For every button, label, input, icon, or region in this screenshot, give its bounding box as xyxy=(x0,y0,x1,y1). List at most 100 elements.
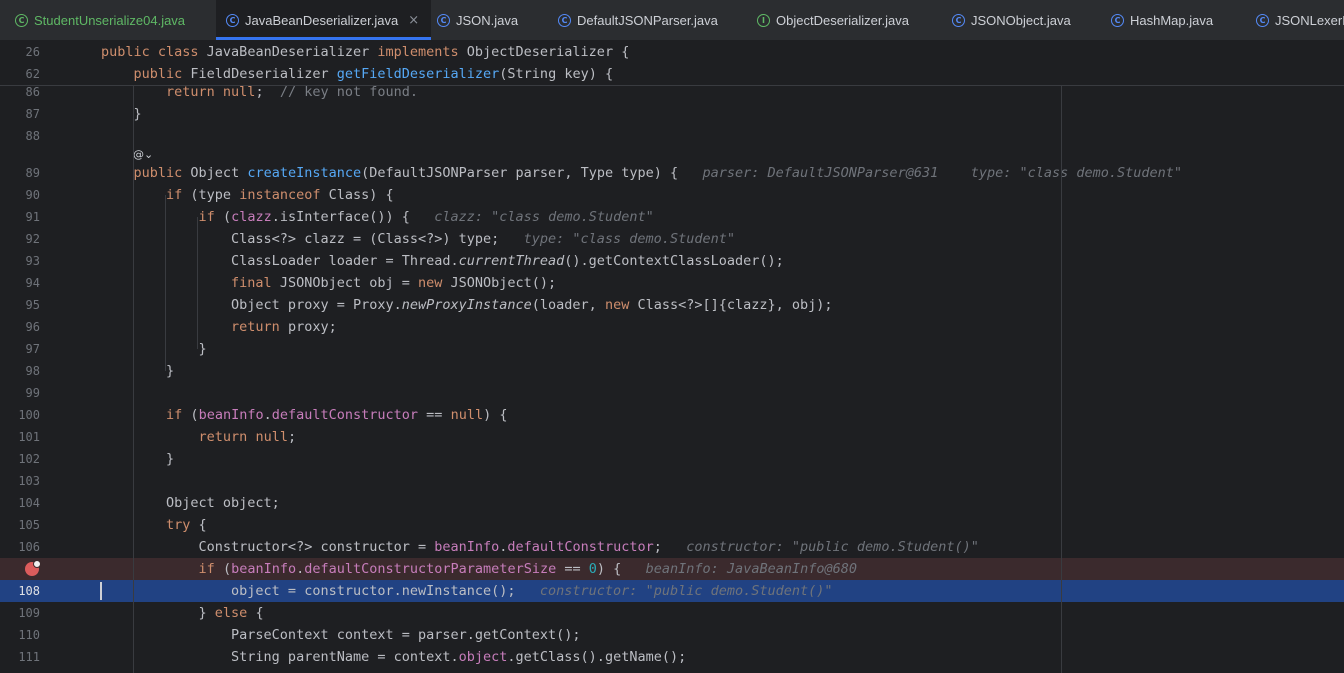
sticky-line[interactable]: 62 public FieldDeserializer getFieldDese… xyxy=(0,63,1344,85)
code-text: return null; xyxy=(198,429,297,445)
tab-label: HashMap.java xyxy=(1130,12,1214,28)
sticky-line[interactable]: 26 public class JavaBeanDeserializer imp… xyxy=(0,41,1344,63)
code-line[interactable]: 111 String parentName = context.object.g… xyxy=(0,646,1344,668)
close-icon[interactable]: × xyxy=(408,13,419,28)
tab-jsonlexer[interactable]: C JSONLexerB xyxy=(1256,0,1344,40)
line-number: 90 xyxy=(25,188,40,202)
class-icon: C xyxy=(558,13,571,27)
line-number: 104 xyxy=(18,496,40,510)
class-icon: C xyxy=(437,13,450,27)
right-margin-guide xyxy=(1061,85,1062,673)
line-number: 105 xyxy=(18,518,40,532)
tab-hashmap[interactable]: C HashMap.java xyxy=(1111,0,1213,40)
code-text: return proxy; xyxy=(231,319,337,335)
code-line[interactable]: 97 } xyxy=(0,338,1344,360)
indent-guide xyxy=(133,85,134,673)
code-text: if (beanInfo.defaultConstructorParameter… xyxy=(198,561,857,577)
line-number: 97 xyxy=(25,342,40,356)
line-number: 87 xyxy=(25,107,40,121)
inline-debug-hint: constructor: "public demo.Student()" xyxy=(539,583,833,599)
code-line[interactable]: 109 } else { xyxy=(0,602,1344,624)
code-text: Object object; xyxy=(101,495,280,511)
tab-javabeandeserializer[interactable]: C JavaBeanDeserializer.java × xyxy=(216,0,432,40)
class-icon: C xyxy=(1111,13,1124,27)
code-text: try { xyxy=(166,517,207,533)
line-number: 62 xyxy=(25,67,40,81)
line-number: 89 xyxy=(25,166,40,180)
code-line[interactable]: 102 } xyxy=(0,448,1344,470)
tab-label: StudentUnserialize04.java xyxy=(34,12,186,28)
code-line[interactable]: 91 if (clazz.isInterface()) { clazz: "cl… xyxy=(0,206,1344,228)
class-icon: C xyxy=(1256,13,1269,27)
code-text: Constructor<?> constructor = beanInfo.de… xyxy=(101,539,979,555)
code-line[interactable]: 98 } xyxy=(0,360,1344,382)
breakpoint-icon[interactable] xyxy=(25,560,41,576)
code-line[interactable]: 103 xyxy=(0,470,1344,492)
tab-jsonobject[interactable]: C JSONObject.java xyxy=(952,0,1071,40)
tab-label: JSON.java xyxy=(456,12,519,28)
line-number: 26 xyxy=(25,45,40,59)
code-text: } else { xyxy=(101,605,264,621)
line-number: 96 xyxy=(25,320,40,334)
editor-tab-bar: C StudentUnserialize04.java C JavaBeanDe… xyxy=(0,0,1344,41)
line-number: 101 xyxy=(18,430,40,444)
tab-label: DefaultJSONParser.java xyxy=(577,12,718,28)
code-text: ClassLoader loader = Thread.currentThrea… xyxy=(101,253,784,269)
code-text: } xyxy=(101,363,175,379)
code-line[interactable]: 87 } xyxy=(0,103,1344,125)
line-number: 93 xyxy=(25,254,40,268)
code-line[interactable]: 94 final JSONObject obj = new JSONObject… xyxy=(0,272,1344,294)
code-line[interactable]: 104 Object object; xyxy=(0,492,1344,514)
code-text: public FieldDeserializer getFieldDeseria… xyxy=(133,66,614,82)
line-number: 99 xyxy=(25,386,40,400)
code-line[interactable]: 93 ClassLoader loader = Thread.currentTh… xyxy=(0,250,1344,272)
tab-defaultjsonparser[interactable]: C DefaultJSONParser.java xyxy=(558,0,718,40)
code-line[interactable]: 110 ParseContext context = parser.getCon… xyxy=(0,624,1344,646)
code-line[interactable]: 101 return null; xyxy=(0,426,1344,448)
code-text: } xyxy=(101,451,175,467)
code-line[interactable]: 100 if (beanInfo.defaultConstructor == n… xyxy=(0,404,1344,426)
code-editor[interactable]: 26 public class JavaBeanDeserializer imp… xyxy=(0,41,1344,673)
tab-label: JSONLexerB xyxy=(1275,12,1344,28)
tab-label: JavaBeanDeserializer.java xyxy=(245,12,399,28)
inline-debug-hint: beanInfo: JavaBeanInfo@680 xyxy=(645,561,857,577)
code-text: final JSONObject obj = new JSONObject(); xyxy=(231,275,557,291)
line-number: 95 xyxy=(25,298,40,312)
code-line[interactable]: 99 xyxy=(0,382,1344,404)
line-number: 98 xyxy=(25,364,40,378)
line-number: 92 xyxy=(25,232,40,246)
current-execution-line[interactable]: 108 object = constructor.newInstance(); … xyxy=(0,580,1344,602)
tab-label: JSONObject.java xyxy=(971,12,1071,28)
code-line[interactable]: 89 public Object createInstance(DefaultJ… xyxy=(0,162,1344,184)
indent-guide xyxy=(165,195,166,371)
code-line[interactable]: 90 if (type instanceof Class) { xyxy=(0,184,1344,206)
tab-json[interactable]: C JSON.java xyxy=(437,0,518,40)
sticky-scroll-header[interactable]: 26 public class JavaBeanDeserializer imp… xyxy=(0,41,1344,86)
code-text: } xyxy=(101,106,142,122)
code-line[interactable]: 105 try { xyxy=(0,514,1344,536)
code-line[interactable]: 95 Object proxy = Proxy.newProxyInstance… xyxy=(0,294,1344,316)
line-number: 106 xyxy=(18,540,40,554)
line-number: 100 xyxy=(18,408,40,422)
code-text: if (clazz.isInterface()) { clazz: "class… xyxy=(198,209,654,225)
interface-icon: I xyxy=(757,13,770,27)
code-text: Object proxy = Proxy.newProxyInstance(lo… xyxy=(101,297,833,313)
tab-objectdeserializer[interactable]: I ObjectDeserializer.java xyxy=(757,0,909,40)
line-number: 110 xyxy=(18,628,40,642)
code-text: if (type instanceof Class) { xyxy=(166,187,394,203)
inline-debug-hint: type: "class demo.Student" xyxy=(523,231,735,247)
code-text: String parentName = context.object.getCl… xyxy=(101,649,687,665)
line-number: 109 xyxy=(18,606,40,620)
class-icon: C xyxy=(952,13,965,27)
line-number: 111 xyxy=(18,650,40,664)
text-caret xyxy=(100,582,102,600)
code-line[interactable]: 106 Constructor<?> constructor = beanInf… xyxy=(0,536,1344,558)
line-number: 102 xyxy=(18,452,40,466)
code-text: public Object createInstance(DefaultJSON… xyxy=(133,165,1183,181)
code-line[interactable]: 92 Class<?> clazz = (Class<?>) type; typ… xyxy=(0,228,1344,250)
breakpoint-line[interactable]: if (beanInfo.defaultConstructorParameter… xyxy=(0,558,1344,580)
code-text: } xyxy=(101,341,207,357)
code-line[interactable]: 96 return proxy; xyxy=(0,316,1344,338)
line-number: 103 xyxy=(18,474,40,488)
tab-studentunserialize04[interactable]: C StudentUnserialize04.java xyxy=(15,0,185,40)
